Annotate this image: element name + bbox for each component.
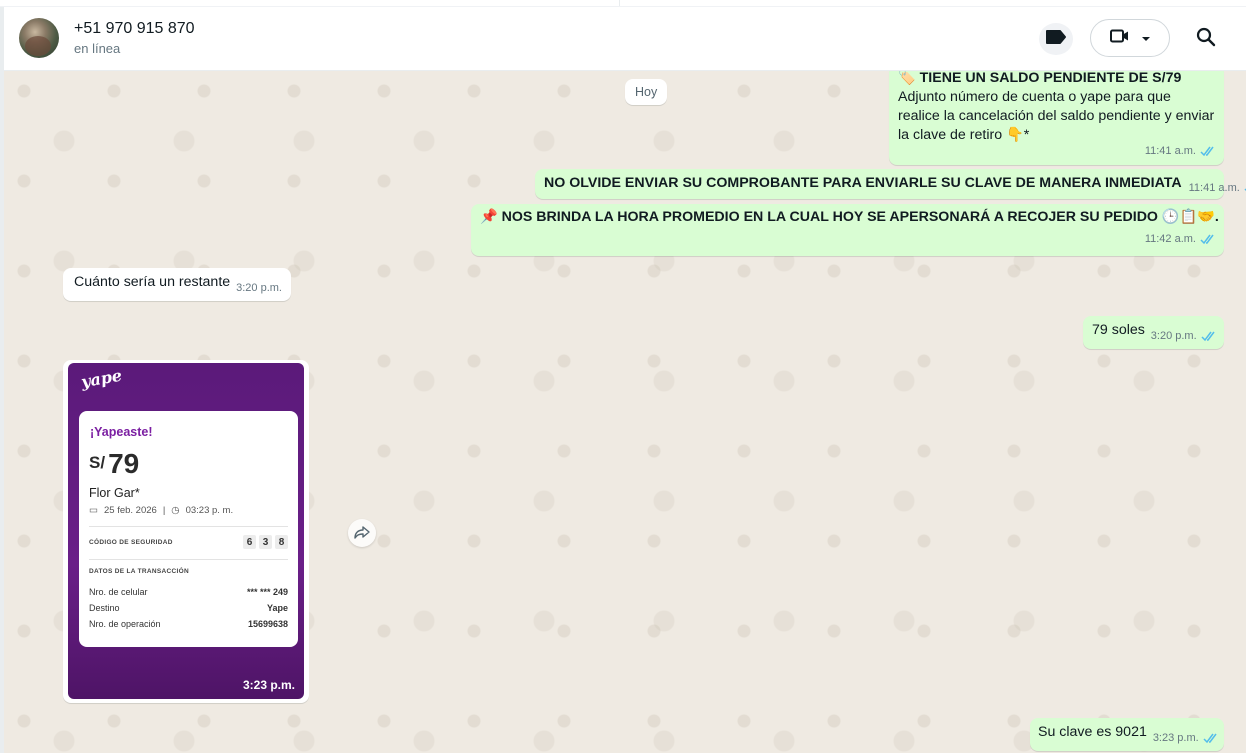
- tag-emoji: 🏷️: [898, 71, 916, 86]
- receipt-amount: S/ 79: [89, 448, 288, 480]
- message-incoming[interactable]: Cuánto sería un restante 3:20 p.m.: [63, 268, 291, 301]
- contact-name[interactable]: +51 970 915 870: [74, 20, 195, 38]
- detail-row: Nro. de celular *** *** 249: [89, 587, 288, 597]
- message-outgoing[interactable]: 🏷️ TIENE UN SALDO PENDIENTE DE S/79 Adju…: [889, 71, 1224, 165]
- receipt-date-row: ▭ 25 feb. 2026 | ◷ 03:23 p. m.: [89, 505, 288, 516]
- detail-value: *** *** 249: [246, 587, 288, 597]
- message-meta: 3:20 p.m.: [236, 279, 282, 298]
- yape-receipt-image[interactable]: yape ¡Yapeaste! S/ 79 Flor Gar* ▭ 25 feb…: [68, 363, 304, 699]
- detail-label: Nro. de operación: [89, 619, 161, 629]
- security-label: CÓDIGO DE SEGURIDAD: [89, 538, 173, 546]
- message-title: 🏷️ TIENE UN SALDO PENDIENTE DE S/79: [898, 71, 1216, 88]
- top-edge: [0, 0, 1246, 7]
- message-text: Su clave es 9021: [1038, 724, 1147, 740]
- search-icon: [1196, 27, 1216, 52]
- message-meta: 3:23 p.m.: [1153, 729, 1219, 748]
- clock-icon: ◷: [171, 505, 180, 516]
- label-icon: [1045, 29, 1067, 50]
- message-outgoing[interactable]: NO OLVIDE ENVIAR SU COMPROBANTE PARA ENV…: [535, 169, 1246, 199]
- security-digit: 8: [275, 535, 288, 549]
- security-digit: 6: [243, 535, 256, 549]
- message-text: NO OLVIDE ENVIAR SU COMPROBANTE PARA ENV…: [544, 175, 1182, 191]
- receipt-hour: 03:23 p. m.: [185, 505, 234, 516]
- label-button[interactable]: [1039, 23, 1073, 55]
- detail-value: 15699638: [247, 619, 288, 629]
- double-check-icon: [1200, 146, 1214, 157]
- detail-label: Nro. de celular: [89, 587, 148, 597]
- message-time: 11:41 a.m.: [1188, 182, 1240, 194]
- separator: |: [162, 505, 166, 516]
- yape-logo: yape: [79, 365, 124, 392]
- divider: [619, 0, 620, 6]
- detail-value: Yape: [266, 603, 288, 613]
- receipt-date: 25 feb. 2026: [103, 505, 157, 516]
- recipient-name: Flor Gar*: [89, 486, 140, 500]
- search-button[interactable]: [1190, 23, 1222, 55]
- message-meta: 11:41 a.m.: [1145, 142, 1216, 161]
- divider: [89, 526, 288, 527]
- double-check-icon: [1200, 234, 1214, 245]
- divider: [89, 559, 288, 560]
- receipt-card: ¡Yapeaste! S/ 79 Flor Gar* ▭ 25 feb. 202…: [79, 411, 298, 647]
- message-time: 3:23 p.m.: [242, 678, 295, 692]
- message-text: 📌 NOS BRINDA LA HORA PROMEDIO EN LA CUAL…: [480, 209, 1219, 225]
- message-outgoing[interactable]: 📌 NOS BRINDA LA HORA PROMEDIO EN LA CUAL…: [471, 204, 1224, 256]
- double-check-icon: [1201, 331, 1215, 342]
- message-meta: 11:42 a.m.: [1145, 230, 1216, 249]
- security-digit: 3: [259, 535, 272, 549]
- message-outgoing[interactable]: 79 soles 3:20 p.m.: [1083, 316, 1224, 349]
- details-label: DATOS DE LA TRANSACCIÓN: [89, 568, 189, 575]
- forward-button[interactable]: [348, 519, 376, 547]
- forward-icon: [354, 526, 370, 539]
- message-outgoing[interactable]: Su clave es 9021 3:23 p.m.: [1030, 718, 1224, 751]
- message-text: Cuánto sería un restante: [74, 274, 231, 290]
- message-text: 79 soles: [1092, 322, 1145, 338]
- chat-header: +51 970 915 870 en línea: [4, 7, 1246, 71]
- message-time: 11:42 a.m.: [1144, 233, 1196, 245]
- day-chip: Hoy: [625, 79, 668, 105]
- message-time: 3:23 p.m.: [1152, 732, 1199, 744]
- double-check-icon: [1203, 733, 1217, 744]
- message-image[interactable]: yape ¡Yapeaste! S/ 79 Flor Gar* ▭ 25 feb…: [63, 360, 309, 703]
- avatar[interactable]: [19, 18, 59, 58]
- chat-area[interactable]: Hoy 🏷️ TIENE UN SALDO PENDIENTE DE S/79 …: [4, 71, 1246, 753]
- message-time: 3:20 p.m.: [1150, 330, 1197, 342]
- security-code-row: CÓDIGO DE SEGURIDAD 6 3 8: [89, 535, 288, 549]
- detail-row: Destino Yape: [89, 603, 288, 613]
- message-time: 11:41 a.m.: [1144, 145, 1196, 157]
- chevron-down-icon: [1141, 29, 1151, 47]
- message-text: Adjunto número de cuenta o yape para que…: [898, 89, 1215, 143]
- message-title-text: TIENE UN SALDO PENDIENTE DE S/79: [919, 71, 1182, 86]
- currency: S/: [89, 453, 106, 472]
- message-meta: 3:20 p.m.: [1151, 327, 1217, 346]
- video-call-icon: [1109, 28, 1131, 49]
- calendar-icon: ▭: [89, 505, 98, 516]
- security-digits: 6 3 8: [243, 535, 288, 549]
- contact-status: en línea: [74, 41, 121, 56]
- receipt-title: ¡Yapeaste!: [90, 425, 153, 439]
- message-time: 3:20 p.m.: [236, 282, 282, 294]
- detail-label: Destino: [89, 603, 120, 613]
- amount: 79: [108, 448, 140, 479]
- detail-row: Nro. de operación 15699638: [89, 619, 288, 629]
- video-call-button[interactable]: [1090, 19, 1170, 57]
- message-meta: 11:41 a.m.: [1189, 179, 1246, 198]
